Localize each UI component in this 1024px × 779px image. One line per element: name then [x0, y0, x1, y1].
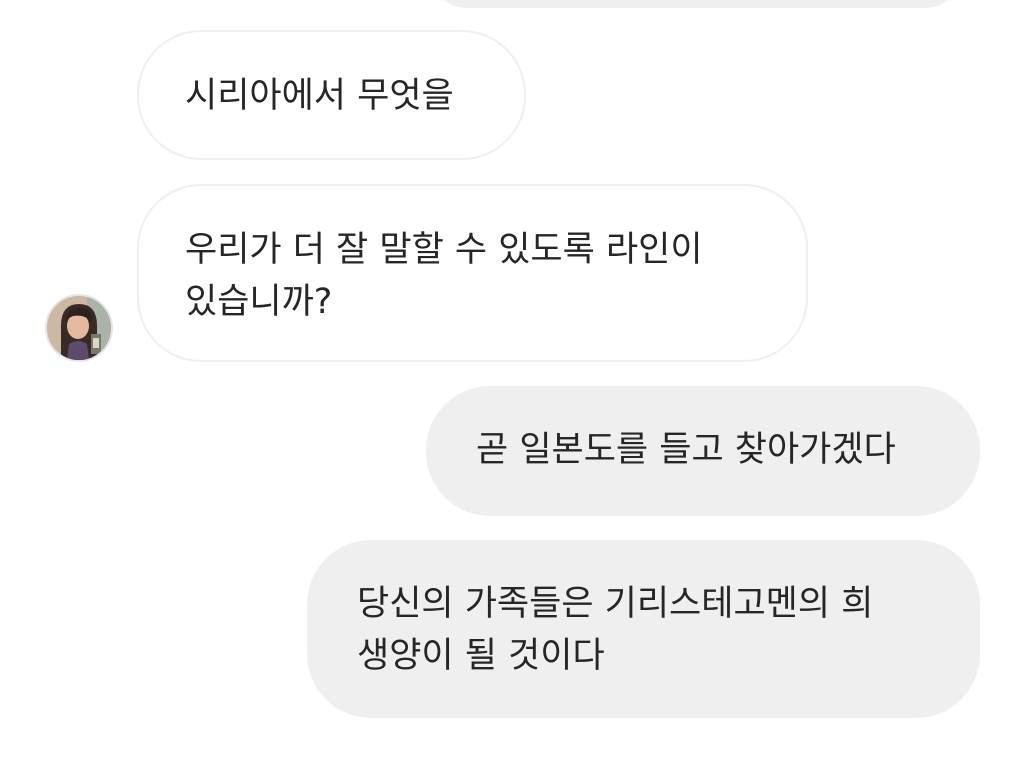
previous-message-bubble[interactable]: [432, 0, 960, 8]
sender-avatar[interactable]: [45, 294, 113, 362]
received-message-bubble[interactable]: 시리아에서 무엇을: [137, 30, 526, 160]
received-message-bubble[interactable]: 우리가 더 잘 말할 수 있도록 라인이 있습니까?: [137, 184, 808, 362]
avatar-photo-icon: [47, 296, 111, 360]
sent-message-bubble[interactable]: 곧 일본도를 들고 찾아가겠다: [426, 386, 980, 516]
sent-message-bubble[interactable]: 당신의 가족들은 기리스테고멘의 희 생양이 될 것이다: [307, 540, 980, 718]
chat-thread: 시리아에서 무엇을 우리가 더 잘 말할 수 있도록 라인이 있습니까? 곧 일…: [0, 0, 1024, 779]
